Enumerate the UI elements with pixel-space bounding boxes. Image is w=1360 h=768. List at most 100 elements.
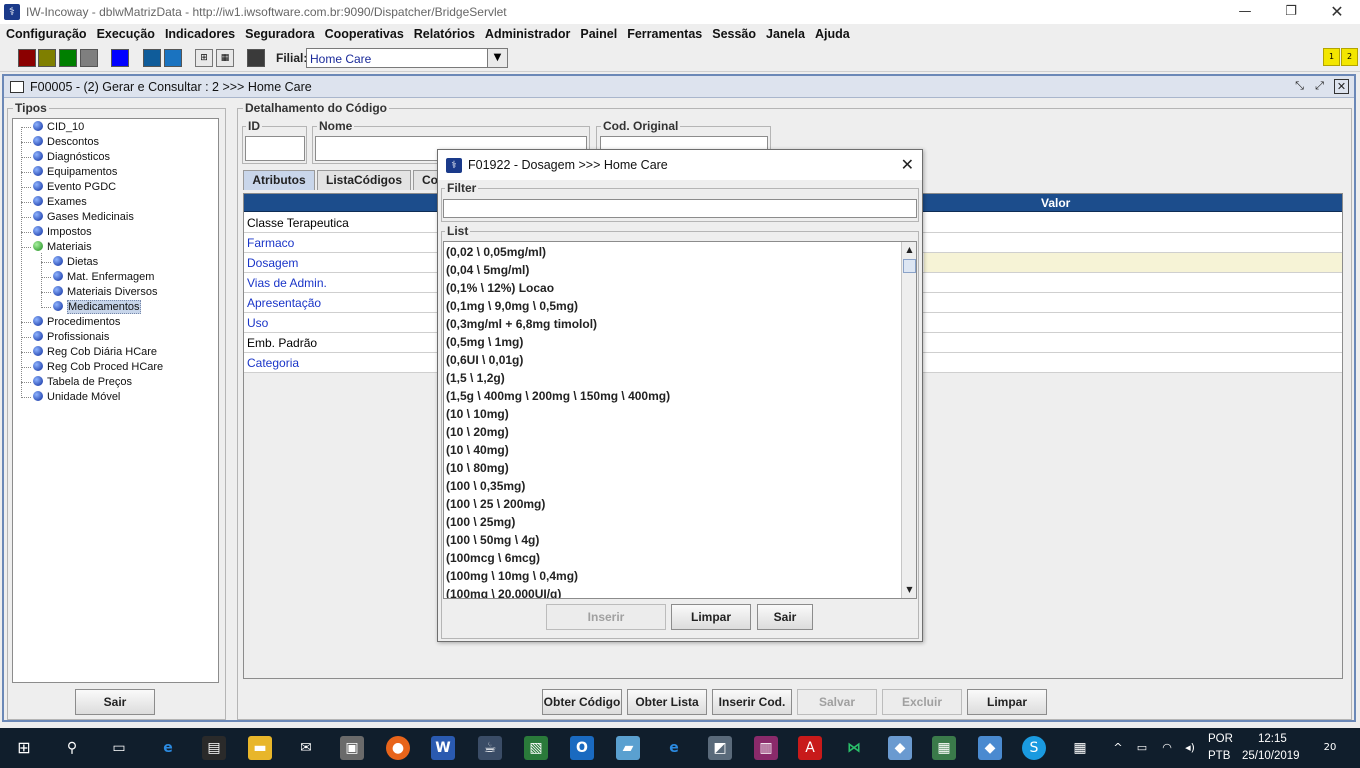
close-icon[interactable]: ✕ (1314, 0, 1360, 24)
scroll-up-icon[interactable]: ▲ (903, 243, 916, 256)
list-item[interactable]: (100 \ 25mg) (446, 515, 515, 529)
list-item[interactable]: (10 \ 80mg) (446, 461, 509, 475)
chevron-down-icon[interactable]: ▼ (487, 49, 507, 67)
word-icon[interactable]: W (431, 736, 455, 760)
edge-icon[interactable]: e (156, 736, 180, 760)
list-item[interactable]: (1,5 \ 1,2g) (446, 371, 505, 385)
tree-item[interactable]: CID_10 (33, 121, 84, 133)
tree-item[interactable]: Equipamentos (33, 166, 117, 178)
tree-view-icon[interactable]: ⊞ (195, 49, 213, 67)
tree-item[interactable]: Medicamentos (53, 300, 141, 314)
tree-item[interactable]: Unidade Móvel (33, 391, 120, 403)
clock-time[interactable]: 12:15 (1258, 733, 1287, 745)
maximize-icon[interactable]: ❐ (1268, 0, 1314, 24)
notification-icon[interactable]: 20 (1318, 736, 1342, 760)
menu-janela[interactable]: Janela (766, 27, 805, 41)
language-label-2[interactable]: PTB (1208, 750, 1230, 762)
menu-configuracao[interactable]: Configuração (6, 27, 87, 41)
obter-lista-button[interactable]: Obter Lista (627, 689, 707, 715)
scroll-down-icon[interactable]: ▼ (903, 583, 916, 596)
color-button-7[interactable] (164, 49, 182, 67)
inserir-button[interactable]: Inserir (546, 604, 666, 630)
filter-input[interactable] (443, 199, 917, 218)
tab-listacodigos[interactable]: ListaCódigos (317, 170, 411, 190)
color-button-8[interactable] (247, 49, 265, 67)
value-cell[interactable] (924, 253, 1342, 272)
tree-item[interactable]: Reg Cob Proced HCare (33, 361, 163, 373)
winrar-icon[interactable]: ▥ (754, 736, 778, 760)
inserir-cod-button[interactable]: Inserir Cod. (712, 689, 792, 715)
minimize-icon[interactable]: — (1222, 0, 1268, 24)
list-item[interactable]: (0,3mg/ml + 6,8mg timolol) (446, 317, 597, 331)
menu-sessao[interactable]: Sessão (712, 27, 756, 41)
internet-explorer-icon[interactable]: e (662, 736, 686, 760)
badge-1-button[interactable]: 1 (1323, 48, 1340, 66)
cube-app-icon[interactable]: ◆ (978, 736, 1002, 760)
list-item[interactable]: (100 \ 25 \ 200mg) (446, 497, 545, 511)
menu-administrador[interactable]: Administrador (485, 27, 570, 41)
clock-date[interactable]: 25/10/2019 (1242, 750, 1300, 762)
sheet-app-icon[interactable]: ▦ (932, 736, 956, 760)
tipos-sair-button[interactable]: Sair (75, 689, 155, 715)
tree-item[interactable]: Mat. Enfermagem (53, 271, 154, 283)
color-button-1[interactable] (18, 49, 36, 67)
badge-2-button[interactable]: 2 (1341, 48, 1358, 66)
list-item[interactable]: (100 \ 50mg \ 4g) (446, 533, 539, 547)
tree-item[interactable]: Materiais (33, 241, 92, 253)
salvar-button[interactable]: Salvar (797, 689, 877, 715)
network-app-icon[interactable]: ▣ (340, 736, 364, 760)
list-item[interactable]: (100mg \ 20.000UI/g) (446, 587, 561, 598)
tree-item[interactable]: Diagnósticos (33, 151, 110, 163)
skype-icon[interactable]: S (1022, 736, 1046, 760)
color-button-4[interactable] (80, 49, 98, 67)
mail-icon[interactable]: ✉ (294, 736, 318, 760)
box-app-icon[interactable]: ◆ (888, 736, 912, 760)
pdf-icon[interactable]: A (798, 736, 822, 760)
tree-item[interactable]: Profissionais (33, 331, 109, 343)
color-button-6[interactable] (143, 49, 161, 67)
visual-studio-icon[interactable]: ⋈ (842, 736, 866, 760)
list-item[interactable]: (1,5g \ 400mg \ 200mg \ 150mg \ 400mg) (446, 389, 670, 403)
dialog-close-icon[interactable]: ✕ (901, 155, 914, 174)
list-item[interactable]: (100 \ 0,35mg) (446, 479, 525, 493)
tree-item[interactable]: Exames (33, 196, 87, 208)
tree-item[interactable]: Reg Cob Diária HCare (33, 346, 157, 358)
color-button-3[interactable] (59, 49, 77, 67)
tree-item[interactable]: Dietas (53, 256, 98, 268)
scroll-thumb[interactable] (903, 259, 916, 273)
java-icon[interactable]: ☕ (478, 736, 502, 760)
task-view-icon[interactable]: ▭ (107, 736, 131, 760)
tree-item[interactable]: Impostos (33, 226, 92, 238)
list-item[interactable]: (100mcg \ 6mcg) (446, 551, 540, 565)
filial-select[interactable]: Home Care ▼ (306, 48, 508, 68)
menu-execucao[interactable]: Execução (97, 27, 155, 41)
frame-maximize-icon[interactable]: ⤢ (1312, 79, 1327, 94)
menu-indicadores[interactable]: Indicadores (165, 27, 235, 41)
limpar-button[interactable]: Limpar (967, 689, 1047, 715)
file-explorer-icon[interactable]: ▬ (248, 736, 272, 760)
list-item[interactable]: (100mg \ 10mg \ 0,4mg) (446, 569, 578, 583)
dialog-limpar-button[interactable]: Limpar (671, 604, 751, 630)
list-item[interactable]: (0,04 \ 5mg/ml) (446, 263, 529, 277)
calculator-app-icon[interactable]: ▦ (1068, 736, 1092, 760)
list-item[interactable]: (10 \ 40mg) (446, 443, 509, 457)
valor-column-header[interactable]: Valor (1041, 196, 1070, 210)
notes-icon[interactable]: ▰ (616, 736, 640, 760)
frame-close-icon[interactable]: ✕ (1334, 79, 1349, 94)
list-scrollbar[interactable]: ▲ ▼ (901, 242, 916, 598)
tab-atributos[interactable]: Atributos (243, 170, 315, 190)
language-label-1[interactable]: POR (1208, 733, 1233, 745)
tree-item[interactable]: Tabela de Preços (33, 376, 132, 388)
chevron-up-icon[interactable]: ^ (1106, 736, 1130, 760)
dosagem-list[interactable]: (0,02 \ 0,05mg/ml) (0,04 \ 5mg/ml) (0,1% \… (443, 241, 917, 599)
list-item[interactable]: (0,5mg \ 1mg) (446, 335, 523, 349)
dialog-sair-button[interactable]: Sair (757, 604, 813, 630)
menu-ajuda[interactable]: Ajuda (815, 27, 850, 41)
firefox-icon[interactable]: ● (386, 736, 410, 760)
color-button-2[interactable] (38, 49, 56, 67)
windows-start-icon[interactable]: ⊞ (12, 736, 36, 760)
volume-icon[interactable]: ◂) (1178, 736, 1202, 760)
tree-item[interactable]: Materiais Diversos (53, 286, 157, 298)
tree-item[interactable]: Gases Medicinais (33, 211, 134, 223)
menu-painel[interactable]: Painel (580, 27, 617, 41)
